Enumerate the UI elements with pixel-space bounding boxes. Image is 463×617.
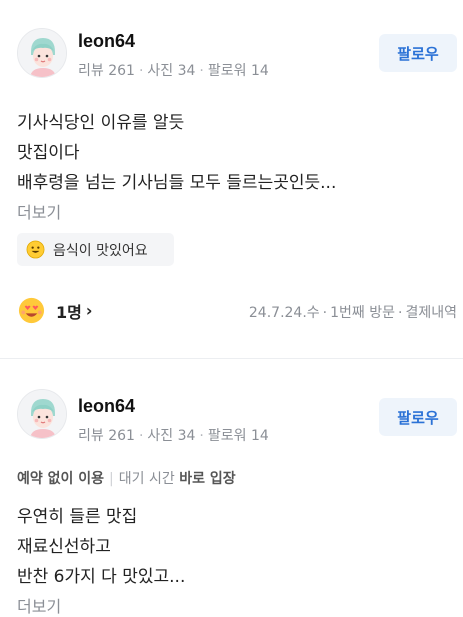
user-stats: 리뷰 261 · 사진 34 · 팔로워 14: [78, 60, 269, 80]
separator-dot: ·: [138, 428, 144, 444]
keyword-tag-label: 음식이 맛있어요: [53, 242, 148, 259]
review-text-line: 맛집이다: [17, 143, 80, 163]
visit-info: 24.7.24.수 · 1번째 방문 · 결제내역: [249, 302, 457, 322]
chevron-right-icon: ›: [85, 301, 93, 320]
follow-button[interactable]: 팔로우: [379, 34, 457, 72]
avatar-illustration-icon: [18, 29, 66, 77]
avatar[interactable]: [17, 389, 67, 439]
username[interactable]: leon64: [78, 31, 135, 52]
keyword-tag: 음식이 맛있어요: [17, 233, 174, 266]
user-stats: 리뷰 261 · 사진 34 · 팔로워 14: [78, 425, 269, 445]
username[interactable]: leon64: [78, 396, 135, 417]
visit-conditions: 예약 없이 이용 | 대기 시간 바로 입장: [17, 468, 236, 488]
more-button[interactable]: 더보기: [17, 593, 61, 617]
review-count: 리뷰 261: [78, 63, 135, 79]
separator-dot: ·: [199, 63, 204, 79]
photo-count: 사진 34: [147, 63, 196, 79]
photo-count: 사진 34: [147, 428, 196, 444]
divider: [0, 358, 463, 359]
separator-dot: ·: [138, 63, 144, 79]
smile-emoji-icon: [26, 240, 45, 259]
wait-label: 대기 시간: [118, 471, 175, 487]
separator-bar: |: [109, 471, 114, 487]
heart-eyes-emoji-icon: [18, 297, 45, 324]
review-text-line: 재료신선하고: [17, 537, 111, 557]
separator-dot: ·: [398, 305, 403, 321]
review-text-line: 우연히 들른 맛집: [17, 507, 138, 527]
reaction-count: 1명: [56, 302, 82, 322]
follow-button[interactable]: 팔로우: [379, 398, 457, 436]
reaction-summary[interactable]: 1명 ›: [17, 296, 92, 325]
review-text-line: 배후령을 넘는 기사님들 모두 들르는곳인듯...: [17, 173, 337, 193]
visit-count: 1번째 방문: [330, 305, 396, 321]
avatar-illustration-icon: [18, 390, 66, 438]
avatar[interactable]: [17, 28, 67, 78]
follower-count: 팔로워 14: [207, 428, 269, 444]
follower-count: 팔로워 14: [207, 63, 269, 79]
review-text-line: 반찬 6가지 다 맛있고...: [17, 567, 186, 587]
separator-dot: ·: [322, 305, 328, 321]
review-text-line: 기사식당인 이유를 알듯: [17, 113, 185, 133]
more-button[interactable]: 더보기: [17, 199, 61, 223]
reservation-info: 예약 없이 이용: [17, 471, 105, 487]
visit-date: 24.7.24.수: [248, 305, 320, 321]
separator-dot: ·: [199, 428, 204, 444]
review-count: 리뷰 261: [78, 428, 135, 444]
payment-link[interactable]: 결제내역: [405, 305, 457, 321]
wait-value: 바로 입장: [179, 471, 236, 487]
